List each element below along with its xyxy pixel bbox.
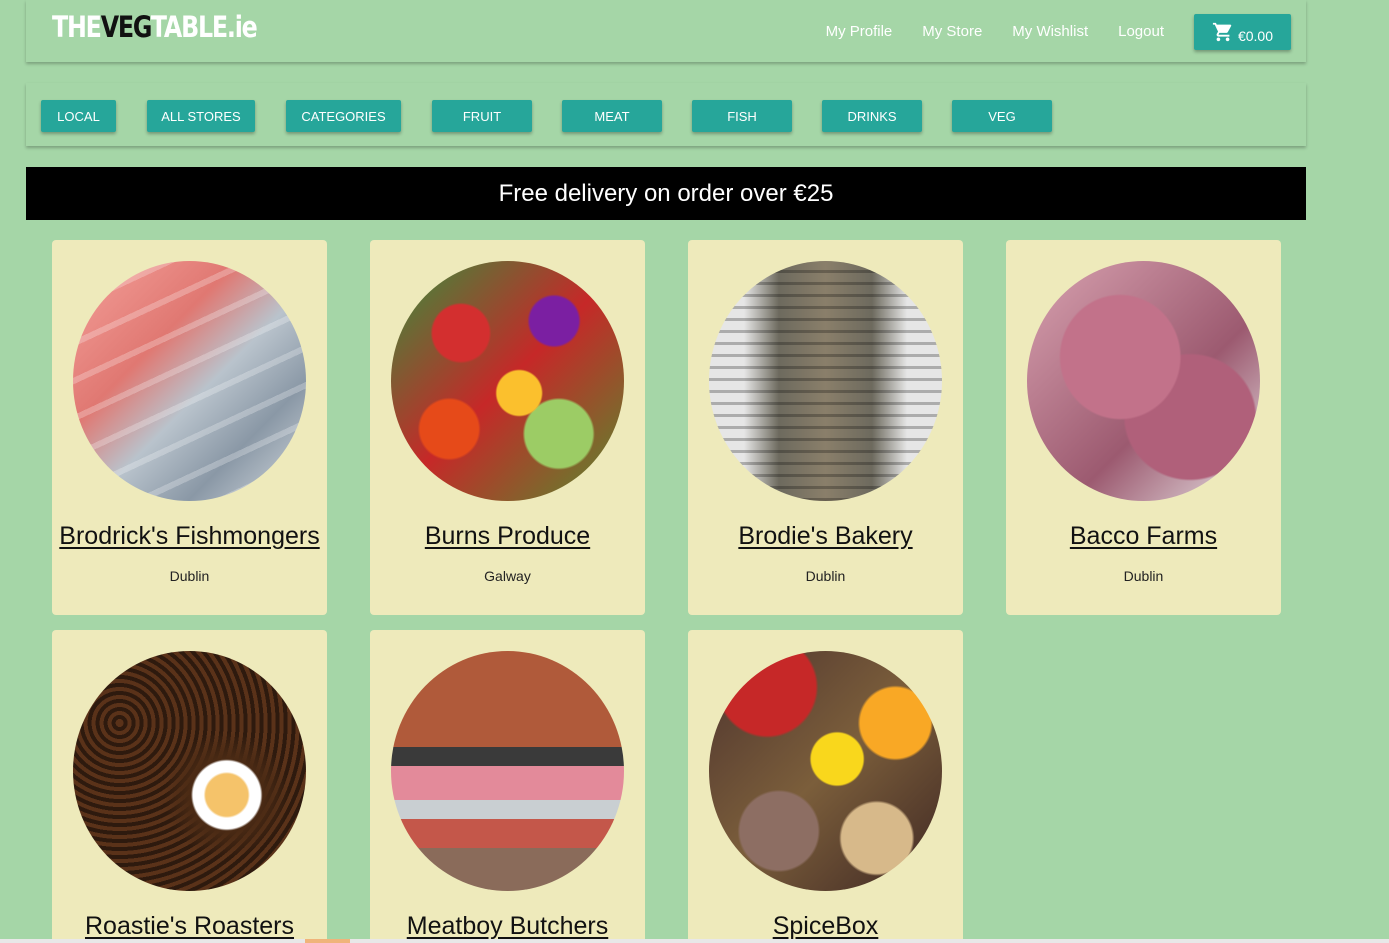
cart-button[interactable]: €0.00	[1194, 13, 1291, 50]
category-meat-button[interactable]: MEAT	[562, 100, 662, 132]
store-image-farms[interactable]	[1027, 261, 1260, 501]
category-local-button[interactable]: LOCAL	[41, 100, 116, 132]
shopping-cart-icon	[1212, 22, 1232, 41]
store-image-fishmongers[interactable]	[73, 261, 306, 501]
category-all-stores-button[interactable]: ALL STORES	[147, 100, 255, 132]
store-image-butchers[interactable]	[391, 651, 624, 891]
store-image-bakery[interactable]	[709, 261, 942, 501]
store-card[interactable]: Burns Produce Galway	[370, 240, 645, 615]
nav-link-logout[interactable]: Logout	[1118, 23, 1164, 40]
store-name-link[interactable]: SpiceBox	[688, 912, 963, 941]
nav-links: My Profile My Store My Wishlist Logout €…	[826, 0, 1306, 62]
store-location: Galway	[484, 568, 531, 584]
cart-amount: €0.00	[1237, 27, 1274, 44]
store-location: Dublin	[805, 568, 846, 584]
store-name-link[interactable]: Meatboy Butchers	[370, 912, 645, 941]
store-card[interactable]: Bacco Farms Dublin	[1006, 240, 1281, 615]
promo-banner: Free delivery on order over €25	[26, 167, 1306, 220]
site-logo[interactable]: THEVEGTABLE.ie	[52, 10, 258, 44]
store-location: Dublin	[169, 568, 210, 584]
horizontal-scrollbar-thumb[interactable]	[305, 939, 350, 943]
store-location: Dublin	[1123, 568, 1164, 584]
store-card[interactable]: Brodrick's Fishmongers Dublin	[52, 240, 327, 615]
logo-part-table: TABLE.ie	[150, 10, 258, 44]
logo-part-veg: VEG	[100, 10, 152, 44]
store-name-link[interactable]: Brodie's Bakery	[688, 522, 963, 551]
store-name-link[interactable]: Burns Produce	[370, 522, 645, 551]
store-name-link[interactable]: Bacco Farms	[1006, 522, 1281, 551]
nav-link-my-store[interactable]: My Store	[922, 23, 982, 40]
store-image-spicebox[interactable]	[709, 651, 942, 891]
category-veg-button[interactable]: VEG	[952, 100, 1052, 132]
store-card[interactable]: Brodie's Bakery Dublin	[688, 240, 963, 615]
nav-link-my-wishlist[interactable]: My Wishlist	[1012, 23, 1088, 40]
store-image-roasters[interactable]	[73, 651, 306, 891]
category-fruit-button[interactable]: FRUIT	[432, 100, 532, 132]
category-drinks-button[interactable]: DRINKS	[822, 100, 922, 132]
logo-part-the: THE	[52, 10, 102, 44]
category-categories-button[interactable]: CATEGORIES	[286, 100, 401, 132]
store-name-link[interactable]: Brodrick's Fishmongers	[52, 522, 327, 551]
store-card[interactable]: Roastie's Roasters	[52, 630, 327, 943]
store-image-produce[interactable]	[391, 261, 624, 501]
category-fish-button[interactable]: FISH	[692, 100, 792, 132]
store-card[interactable]: Meatboy Butchers	[370, 630, 645, 943]
store-name-link[interactable]: Roastie's Roasters	[52, 912, 327, 941]
store-card[interactable]: SpiceBox	[688, 630, 963, 943]
nav-link-my-profile[interactable]: My Profile	[826, 23, 893, 40]
top-navbar: THEVEGTABLE.ie My Profile My Store My Wi…	[26, 0, 1306, 62]
horizontal-scrollbar-track[interactable]	[0, 939, 1389, 943]
category-bar: LOCAL ALL STORES CATEGORIES FRUIT MEAT F…	[26, 83, 1306, 146]
